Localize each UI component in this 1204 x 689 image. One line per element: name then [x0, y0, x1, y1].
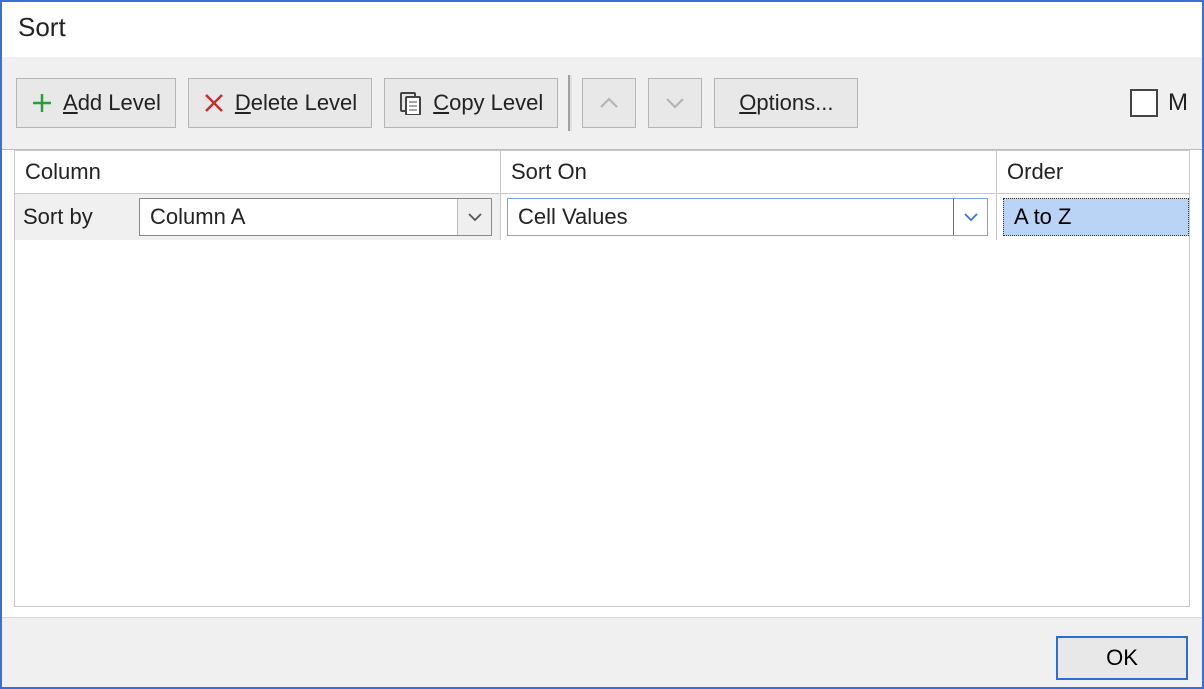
delete-level-button[interactable]: Delete Level — [188, 78, 372, 128]
headers-checkbox[interactable] — [1130, 89, 1158, 117]
copy-icon — [399, 91, 423, 115]
ok-button[interactable]: OK — [1056, 636, 1188, 680]
headers-checkbox-wrap: M — [1130, 89, 1188, 117]
chevron-up-icon — [599, 96, 619, 110]
toolbar-separator — [568, 75, 572, 131]
options-button[interactable]: Options... — [714, 78, 858, 128]
column-combo[interactable]: Column A — [139, 198, 492, 236]
grid-body: Sort by Column A Cell Values — [15, 194, 1189, 606]
header-order: Order — [997, 151, 1189, 193]
cell-sort-on: Cell Values — [501, 194, 997, 240]
toolbar: Add Level Delete Level Copy Level — [2, 57, 1202, 150]
order-combo[interactable]: A to Z — [1003, 198, 1189, 236]
cell-column: Sort by Column A — [15, 194, 501, 240]
grid-header-row: Column Sort On Order — [15, 151, 1189, 194]
row-label: Sort by — [15, 194, 131, 240]
chevron-down-icon — [665, 96, 685, 110]
add-level-button[interactable]: Add Level — [16, 78, 176, 128]
sort-dialog: Sort Add Level Delete Level Copy Level — [0, 0, 1204, 689]
add-level-label: Add Level — [63, 90, 161, 116]
x-icon — [203, 92, 225, 114]
move-down-button[interactable] — [648, 78, 702, 128]
ok-label: OK — [1106, 645, 1138, 671]
sort-level-row: Sort by Column A Cell Values — [15, 194, 1189, 240]
copy-level-button[interactable]: Copy Level — [384, 78, 558, 128]
sort-grid-wrap: Column Sort On Order Sort by Column A — [14, 150, 1190, 607]
chevron-down-icon — [953, 199, 987, 235]
move-up-button[interactable] — [582, 78, 636, 128]
order-combo-value: A to Z — [1004, 204, 1188, 230]
options-label: Options... — [739, 90, 833, 116]
header-column: Column — [15, 151, 501, 193]
header-sort-on: Sort On — [501, 151, 997, 193]
sort-grid: Column Sort On Order Sort by Column A — [14, 150, 1190, 607]
sort-on-combo-value: Cell Values — [508, 204, 953, 230]
copy-level-label: Copy Level — [433, 90, 543, 116]
cell-order: A to Z — [997, 194, 1189, 240]
plus-icon — [31, 92, 53, 114]
chevron-down-icon — [457, 199, 491, 235]
dialog-title: Sort — [2, 2, 1202, 57]
headers-checkbox-label: M — [1168, 89, 1188, 117]
column-combo-value: Column A — [140, 204, 457, 230]
sort-on-combo[interactable]: Cell Values — [507, 198, 988, 236]
delete-level-label: Delete Level — [235, 90, 357, 116]
dialog-footer: OK — [2, 617, 1202, 687]
